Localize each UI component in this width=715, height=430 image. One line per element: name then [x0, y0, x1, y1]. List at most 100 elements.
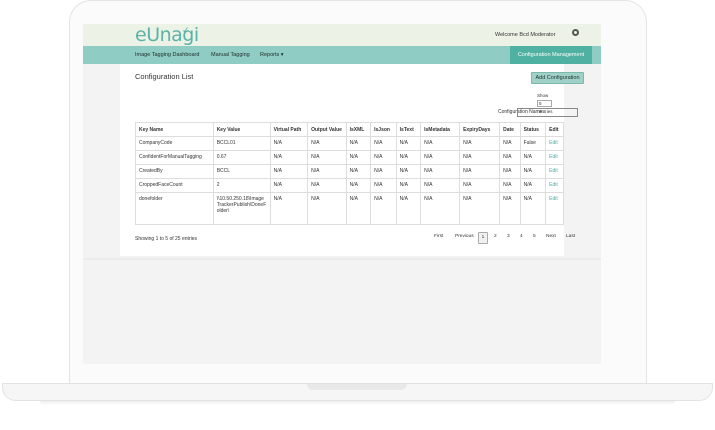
edit-link[interactable]: Edit [545, 178, 564, 193]
table-cell: CreatedBy [135, 164, 214, 179]
table-row: donefolder \\10.50.250.18\ImageTrackerPu… [135, 192, 564, 225]
col-header[interactable]: ExpiryDays [459, 122, 501, 137]
add-configuration-button[interactable]: Add Configuration [531, 72, 584, 84]
table-cell: N/A [519, 192, 547, 225]
table-cell: CompanyCode [135, 136, 214, 151]
welcome-text: Welcome Bcd Moderator [495, 32, 556, 38]
laptop-notch [307, 384, 407, 390]
table-cell: N/A [519, 178, 547, 193]
pager-page-3[interactable]: 3 [507, 232, 510, 242]
table-cell: BCCL01 [212, 136, 271, 151]
col-header[interactable]: IsText [395, 122, 422, 137]
table-cell: CroppedFaceCount [135, 178, 214, 193]
page-title: Configuration List [135, 72, 194, 81]
pager-first[interactable]: First [434, 232, 443, 242]
table-cell: N/A [420, 150, 461, 165]
pager-next[interactable]: Next [546, 232, 556, 242]
nav-reports-dropdown[interactable]: Reports ▾ [260, 46, 284, 64]
table-cell: N/A [370, 164, 397, 179]
pager-page-4[interactable]: 4 [520, 232, 523, 242]
table-cell: False [519, 136, 547, 151]
table-cell: N/A [307, 136, 347, 151]
navbar: Image Tagging Dashboard Manual Tagging R… [83, 46, 601, 64]
pager-previous[interactable]: Previous [455, 232, 474, 242]
content-divider [83, 258, 601, 260]
table-cell: N/A [370, 136, 397, 151]
edit-link[interactable]: Edit [545, 192, 564, 225]
configuration-panel: Configuration List Add Configuration Sho… [120, 64, 584, 256]
table-cell: N/A [459, 192, 501, 225]
table-cell: N/A [345, 150, 372, 165]
table-cell: 2 [212, 178, 271, 193]
table-cell: ConfidentForManualTagging [135, 150, 214, 165]
showing-entries-text: Showing 1 to 5 of 25 entries [135, 236, 197, 242]
table-cell: N/A [420, 164, 461, 179]
table-cell: N/A [420, 178, 461, 193]
table-cell: N/A [395, 178, 422, 193]
col-header[interactable]: IsJson [370, 122, 397, 137]
table-cell: N/A [345, 178, 372, 193]
table-row: CompanyCode BCCL01 N/A N/A N/A N/A N/A N… [135, 136, 564, 151]
table-cell: N/A [370, 192, 397, 225]
table-cell: N/A [307, 150, 347, 165]
col-header[interactable]: Key Value [212, 122, 271, 137]
configuration-table: Key Name Key Value Virtual Path Output V… [135, 122, 564, 225]
table-cell: N/A [269, 164, 309, 179]
table-cell: N/A [269, 178, 309, 193]
laptop-shadow [40, 401, 675, 405]
table-cell: N/A [307, 178, 347, 193]
col-header[interactable]: Date [499, 122, 521, 137]
pager-last[interactable]: Last [566, 232, 575, 242]
table-cell: N/A [499, 178, 521, 193]
table-cell: N/A [459, 178, 501, 193]
table-cell: N/A [307, 192, 347, 225]
pager-page-1[interactable]: 1 [478, 232, 488, 244]
col-header[interactable]: IsMetadata [420, 122, 461, 137]
pager-page-2[interactable]: 2 [494, 232, 497, 242]
col-header[interactable]: Output Value [307, 122, 347, 137]
screen: eUnagi ✓ Welcome Bcd Moderator Image Tag… [83, 24, 601, 364]
table-cell: BCCL [212, 164, 271, 179]
table-cell: N/A [519, 150, 547, 165]
nav-configuration-management[interactable]: Configuration Management [510, 46, 592, 64]
table-cell: N/A [499, 136, 521, 151]
table-cell: N/A [459, 150, 501, 165]
table-cell: N/A [459, 136, 501, 151]
col-header[interactable]: Virtual Path [269, 122, 309, 137]
table-cell: N/A [499, 164, 521, 179]
page-size-select[interactable]: 5 [537, 100, 552, 108]
table-cell: \\10.50.250.18\ImageTrackerPublish\DoneF… [212, 192, 271, 225]
table-cell: N/A [269, 136, 309, 151]
table-cell: N/A [269, 192, 309, 225]
table-cell: 0.67 [212, 150, 271, 165]
table-cell: N/A [395, 164, 422, 179]
table-cell: N/A [345, 192, 372, 225]
table-cell: N/A [420, 136, 461, 151]
table-cell: N/A [370, 150, 397, 165]
table-cell: N/A [307, 164, 347, 179]
table-cell: N/A [395, 150, 422, 165]
col-header[interactable]: Key Name [135, 122, 214, 137]
table-row: ConfidentForManualTagging 0.67 N/A N/A N… [135, 150, 564, 165]
col-header[interactable]: Status [519, 122, 547, 137]
table-cell: N/A [395, 136, 422, 151]
table-cell: N/A [345, 136, 372, 151]
col-header[interactable]: IsXML [345, 122, 372, 137]
table-cell: donefolder [135, 192, 214, 225]
pager-page-5[interactable]: 5 [533, 232, 536, 242]
configuration-name-input[interactable] [517, 108, 578, 117]
edit-link[interactable]: Edit [545, 164, 564, 179]
table-cell: N/A [499, 192, 521, 225]
table-cell: N/A [420, 192, 461, 225]
settings-icon[interactable] [572, 29, 579, 36]
edit-link[interactable]: Edit [545, 150, 564, 165]
table-cell: N/A [345, 164, 372, 179]
table-cell: N/A [370, 178, 397, 193]
nav-image-tagging-dashboard[interactable]: Image Tagging Dashboard [135, 46, 199, 64]
edit-link[interactable]: Edit [545, 136, 564, 151]
nav-manual-tagging[interactable]: Manual Tagging [211, 46, 250, 64]
table-cell: N/A [269, 150, 309, 165]
logo-check-icon: ✓ [182, 25, 190, 35]
table-row: CroppedFaceCount 2 N/A N/A N/A N/A N/A N… [135, 178, 564, 193]
table-cell: N/A [499, 150, 521, 165]
